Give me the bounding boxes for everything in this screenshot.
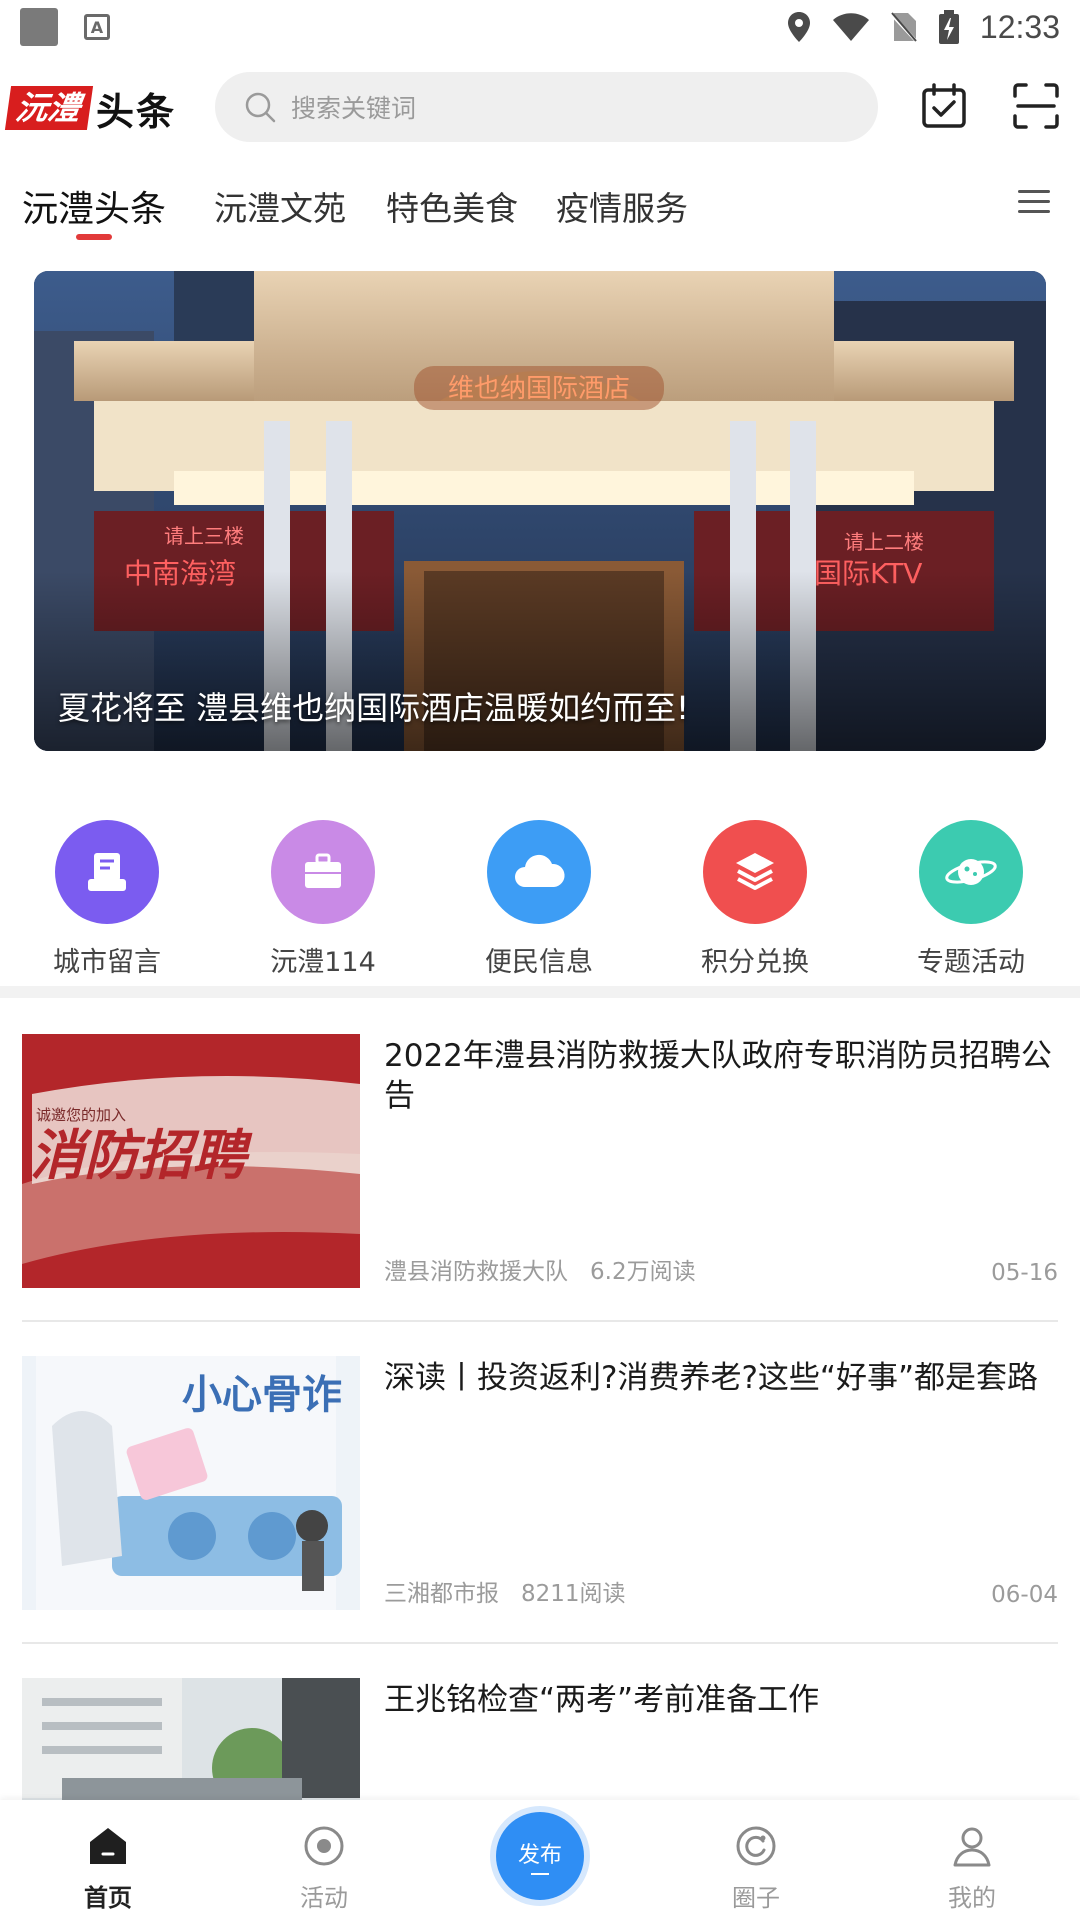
quick-link-label: 便民信息 [485, 947, 593, 978]
quick-link-label: 沅澧114 [270, 947, 376, 978]
hero-banner[interactable]: 维也纳国际酒店 请上三楼 中南海湾 请上二楼 国际KTV 夏花将至 澧县维也纳国… [34, 271, 1046, 751]
news-thumbnail [22, 1678, 360, 1800]
news-item[interactable]: 诚邀您的加入 消防招聘 2022年澧县消防救援大队政府专职消防员招聘公告 澧县消… [22, 1034, 1058, 1288]
section-divider [0, 986, 1080, 998]
nav-home[interactable]: 首页 [0, 1800, 216, 1920]
quick-link-public-info[interactable]: 便民信息 [459, 820, 619, 979]
calendar-checkin-icon[interactable] [920, 82, 968, 130]
nav-circle-label: 圈子 [732, 1884, 780, 1912]
circle-community-icon [736, 1826, 776, 1866]
quick-link-label: 城市留言 [53, 947, 161, 978]
briefcase-icon [271, 820, 375, 924]
quick-link-label: 积分兑换 [701, 947, 809, 978]
no-sim-icon [889, 12, 918, 43]
publish-label: 发布 [517, 1843, 562, 1868]
news-divider [22, 1320, 1058, 1322]
nav-mine-label: 我的 [948, 1884, 996, 1912]
menu-icon[interactable] [1018, 188, 1050, 216]
battery-charging-icon [938, 10, 959, 44]
status-bar: A 12:33 [0, 0, 1080, 54]
hotel-photo: 维也纳国际酒店 请上三楼 中南海湾 请上二楼 国际KTV [34, 271, 1046, 751]
publish-dash [531, 1873, 549, 1875]
search-placeholder: 搜索关键词 [291, 94, 417, 123]
nav-mine[interactable]: 我的 [864, 1800, 1080, 1920]
active-tab-indicator [76, 234, 112, 240]
logo-part-1: 沅澧 [4, 86, 94, 130]
quick-link-yuanli-114[interactable]: 沅澧114 [243, 820, 403, 979]
app-header: 沅澧 头条 搜索关键词 [0, 66, 1080, 150]
cloud-icon [487, 820, 591, 924]
news-thumbnail: 小心骨诈 [22, 1356, 360, 1610]
news-title: 2022年澧县消防救援大队政府专职消防员招聘公告 [384, 1038, 1052, 1114]
news-reads: 6.2万阅读 [590, 1259, 696, 1285]
news-source: 三湘都市报 [384, 1581, 499, 1607]
news-title: 王兆铭检查“两考”考前准备工作 [384, 1682, 820, 1718]
thumb-title: 小心骨诈 [182, 1372, 342, 1418]
news-date: 05-16 [991, 1260, 1058, 1286]
news-thumbnail: 诚邀您的加入 消防招聘 [22, 1034, 360, 1288]
nav-home-label: 首页 [84, 1884, 132, 1912]
news-item[interactable]: 小心骨诈 深读丨投资返利?消费养老?这些“好事”都是套路 三湘都市报 8211阅读… [22, 1356, 1058, 1610]
home-icon [90, 1828, 126, 1864]
message-board-icon [55, 820, 159, 924]
scan-icon[interactable] [1012, 82, 1060, 130]
activity-icon [304, 1826, 344, 1866]
news-item[interactable]: 王兆铭检查“两考”考前准备工作 [22, 1678, 1058, 1800]
tab-epidemic-service[interactable]: 疫情服务 [556, 182, 688, 230]
bottom-navigation: 首页 活动 发布 圈子 我的 [0, 1800, 1080, 1920]
publish-button[interactable]: 发布 [496, 1812, 584, 1900]
planet-icon [919, 820, 1023, 924]
search-input[interactable]: 搜索关键词 [215, 72, 878, 142]
category-tabs: 沅澧头条 沅澧文苑 特色美食 疫情服务 [0, 170, 1080, 250]
news-source: 澧县消防救援大队 [384, 1259, 568, 1285]
news-meta: 三湘都市报 8211阅读 [384, 1574, 626, 1608]
sign-left-top: 请上三楼 [164, 524, 244, 548]
notification-app-icon [20, 8, 58, 46]
layers-icon [703, 820, 807, 924]
keyboard-a-icon: A [84, 14, 110, 40]
tab-yuanli-headlines[interactable]: 沅澧头条 [22, 180, 166, 232]
location-icon [787, 12, 810, 42]
quick-link-city-message[interactable]: 城市留言 [27, 820, 187, 979]
clock-time: 12:33 [979, 8, 1060, 45]
quick-link-points-exchange[interactable]: 积分兑换 [675, 820, 835, 979]
quick-link-special-events[interactable]: 专题活动 [891, 820, 1051, 979]
tab-local-food[interactable]: 特色美食 [386, 182, 518, 230]
nav-activity-label: 活动 [300, 1884, 348, 1912]
news-meta: 澧县消防救援大队 6.2万阅读 [384, 1252, 696, 1286]
news-reads: 8211阅读 [521, 1581, 626, 1607]
thumb-title: 消防招聘 [30, 1124, 253, 1187]
news-date: 06-04 [991, 1582, 1058, 1608]
hotel-sign: 维也纳国际酒店 [448, 374, 630, 404]
wifi-icon [832, 13, 869, 41]
news-divider [22, 1642, 1058, 1644]
nav-activity[interactable]: 活动 [216, 1800, 432, 1920]
app-logo: 沅澧 头条 [4, 84, 176, 134]
logo-part-2: 头条 [96, 89, 177, 134]
thumb-subtitle: 诚邀您的加入 [36, 1106, 126, 1124]
search-icon [245, 92, 276, 123]
user-icon [953, 1827, 991, 1867]
nav-circle[interactable]: 圈子 [648, 1800, 864, 1920]
quick-links: 城市留言 沅澧114 便民信息 积分兑换 专题活动 [0, 820, 1080, 980]
banner-caption: 夏花将至 澧县维也纳国际酒店温暖如约而至! [58, 689, 690, 727]
quick-link-label: 专题活动 [917, 947, 1025, 978]
sign-right-top: 请上二楼 [844, 530, 924, 554]
tab-yuanli-literature[interactable]: 沅澧文苑 [214, 182, 346, 230]
news-title: 深读丨投资返利?消费养老?这些“好事”都是套路 [384, 1360, 1039, 1396]
